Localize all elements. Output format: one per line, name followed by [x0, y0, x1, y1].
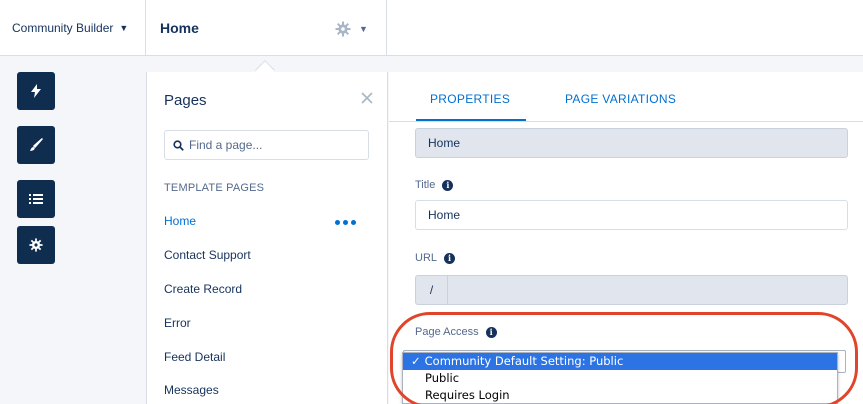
- page-access-label: Page Access i: [415, 326, 497, 338]
- community-builder-label: Community Builder: [12, 21, 114, 35]
- lightning-icon: [31, 84, 41, 98]
- page-name-field: Home: [415, 128, 848, 158]
- current-page-label: Home: [160, 20, 199, 36]
- page-item-error[interactable]: Error: [164, 316, 191, 330]
- page-search[interactable]: [164, 130, 369, 160]
- brush-icon: [30, 138, 43, 151]
- info-icon[interactable]: i: [485, 326, 497, 338]
- community-builder-menu[interactable]: Community Builder ▼: [0, 0, 146, 56]
- option-label: Community Default Setting: Public: [424, 354, 624, 368]
- tab-properties[interactable]: PROPERTIES: [430, 92, 510, 106]
- more-icon-dot: [343, 220, 348, 225]
- tab-page-variations[interactable]: PAGE VARIATIONS: [565, 92, 676, 106]
- url-label-text: URL: [415, 252, 438, 264]
- page-item-feed-detail[interactable]: Feed Detail: [164, 350, 225, 364]
- current-page-menu[interactable]: Home ▼: [147, 0, 387, 56]
- title-field[interactable]: Home: [415, 200, 848, 230]
- more-icon-dot: [351, 220, 356, 225]
- close-icon: [361, 92, 373, 104]
- close-pages-button[interactable]: [357, 88, 377, 108]
- page-item-create-record[interactable]: Create Record: [164, 282, 242, 296]
- toolbar-components-button[interactable]: [17, 72, 55, 110]
- page-access-option-requires-login[interactable]: Requires Login: [403, 387, 837, 404]
- template-pages-heading: TEMPLATE PAGES: [164, 182, 265, 194]
- page-access-dropdown: ✓ Community Default Setting: Public Publi…: [402, 352, 838, 404]
- title-label-text: Title: [415, 179, 436, 191]
- search-icon: [173, 139, 184, 151]
- url-prefix: /: [416, 276, 448, 304]
- toolbar-pages-button[interactable]: [17, 180, 55, 218]
- page-item-home[interactable]: Home: [164, 214, 196, 228]
- page-search-input[interactable]: [189, 138, 359, 152]
- page-item-messages[interactable]: Messages: [164, 383, 219, 397]
- page-actions-button[interactable]: [335, 220, 356, 225]
- more-icon: [335, 220, 340, 225]
- top-bar: Community Builder ▼ Home ▼: [0, 0, 863, 56]
- url-field: /: [415, 275, 848, 305]
- page-access-label-text: Page Access: [415, 326, 479, 338]
- page-access-option-default[interactable]: ✓ Community Default Setting: Public: [403, 353, 837, 370]
- chevron-down-icon: ▼: [119, 23, 129, 33]
- chevron-down-icon: ▼: [359, 24, 368, 34]
- page-access-option-public[interactable]: Public: [403, 370, 837, 387]
- title-label: Title i: [415, 179, 454, 191]
- toolbar-theme-button[interactable]: [17, 126, 55, 164]
- page-name-value: Home: [428, 136, 461, 150]
- info-icon[interactable]: i: [442, 179, 454, 191]
- toolbar-settings-button[interactable]: [17, 226, 55, 264]
- title-value: Home: [428, 208, 461, 222]
- pages-panel-title: Pages: [164, 92, 207, 109]
- tabs-divider: [389, 121, 863, 122]
- gear-icon: [335, 21, 351, 37]
- url-label: URL i: [415, 252, 456, 264]
- gear-icon: [29, 238, 43, 252]
- page-item-contact-support[interactable]: Contact Support: [164, 248, 251, 262]
- checkmark-icon: ✓: [411, 354, 421, 368]
- page-settings-button[interactable]: ▼: [335, 21, 368, 37]
- list-icon: [29, 194, 43, 204]
- pages-panel: Pages TEMPLATE PAGES Home Contact Suppor…: [146, 72, 388, 404]
- info-icon[interactable]: i: [444, 252, 456, 264]
